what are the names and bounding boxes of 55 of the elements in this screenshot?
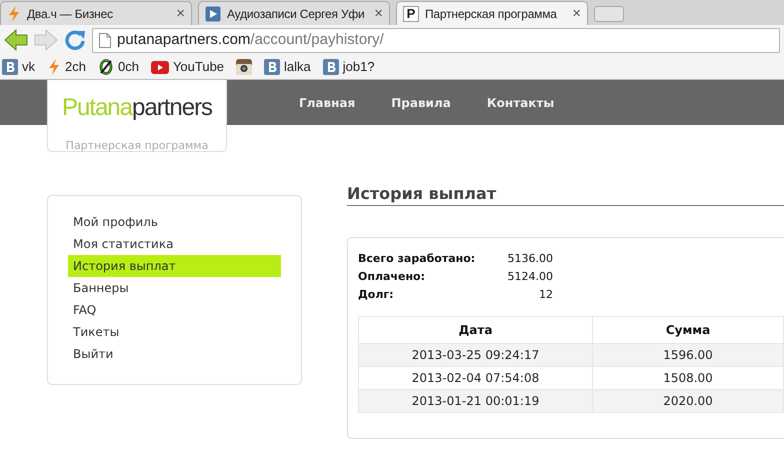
close-button[interactable]: × xyxy=(374,6,383,21)
nav-link[interactable]: Контакты xyxy=(486,94,554,112)
play-icon xyxy=(150,60,169,74)
close-button[interactable]: × xyxy=(176,6,185,21)
summary-label: Оплачено: xyxy=(358,269,426,286)
table-cell: 1596.00 xyxy=(592,344,784,367)
summary-label: Всего заработано: xyxy=(358,251,476,268)
bookmark[interactable]: job1? xyxy=(322,57,375,77)
lightning-icon xyxy=(47,59,61,75)
site-logo[interactable]: Putanapartners xyxy=(62,90,212,126)
browser-tab[interactable]: P Партнерская программа × xyxy=(396,1,588,25)
bookmark[interactable]: 2ch xyxy=(47,57,86,77)
browser-tab[interactable]: Аудиозаписи Сергея Уфи × xyxy=(198,1,390,25)
table-cell: 2020.00 xyxy=(592,390,784,413)
forward-arrow-icon xyxy=(34,29,58,51)
reload-icon xyxy=(64,29,86,51)
nav-link[interactable]: Правила xyxy=(391,94,451,112)
b-letter-icon xyxy=(322,59,339,75)
sidebar-item[interactable]: Мой профиль xyxy=(68,211,281,233)
column-header: Сумма xyxy=(592,316,784,344)
table-cell: 2013-01-21 00:01:19 xyxy=(358,390,592,413)
table-cell: 2013-03-25 09:24:17 xyxy=(358,344,592,367)
sidebar-item[interactable]: Выйти xyxy=(68,343,281,365)
sidebar-item[interactable]: Тикеты xyxy=(68,321,281,343)
lightning-icon xyxy=(7,6,21,22)
bookmark[interactable]: lalka xyxy=(264,57,311,77)
url-text: putanapartners.com/account/payhistory/ xyxy=(117,30,384,50)
tagline: Партнерская программа xyxy=(66,138,208,154)
b-letter-icon xyxy=(264,59,280,75)
sidebar-item[interactable]: FAQ xyxy=(68,299,281,321)
bookmark[interactable]: 0ch xyxy=(98,57,139,77)
sidebar-item[interactable]: Моя статистика xyxy=(68,233,281,255)
play-icon xyxy=(205,6,221,22)
address-bar[interactable]: putanapartners.com/account/payhistory/ xyxy=(92,28,780,52)
nav-link[interactable]: Главная xyxy=(299,94,356,112)
column-header: Дата xyxy=(358,316,592,344)
zero-slash-icon xyxy=(98,59,114,75)
tab-title: Партнерская программа xyxy=(425,6,558,22)
tab-title: Аудиозаписи Сергея Уфи xyxy=(227,6,366,22)
tab-title: Два.ч — Бизнес xyxy=(27,6,114,22)
sidebar-item[interactable]: Баннеры xyxy=(68,277,281,299)
summary-value: 5136.00 xyxy=(506,251,553,268)
close-button[interactable]: × xyxy=(572,6,581,21)
summary-label: Долг: xyxy=(358,287,395,304)
browser-tab[interactable]: Два.ч — Бизнес × xyxy=(0,1,192,25)
page-icon xyxy=(99,32,111,48)
bookmark[interactable]: YouTube xyxy=(150,57,224,77)
camera-icon[interactable] xyxy=(236,59,252,75)
sidebar-item[interactable]: История выплат xyxy=(68,255,281,277)
summary-value: 12 xyxy=(538,287,553,304)
back-arrow-icon xyxy=(4,29,28,51)
letter-icon: P xyxy=(403,6,419,22)
bookmark[interactable]: vk xyxy=(2,57,35,77)
page-title: История выплат xyxy=(347,184,784,206)
summary-value: 5124.00 xyxy=(506,269,553,286)
